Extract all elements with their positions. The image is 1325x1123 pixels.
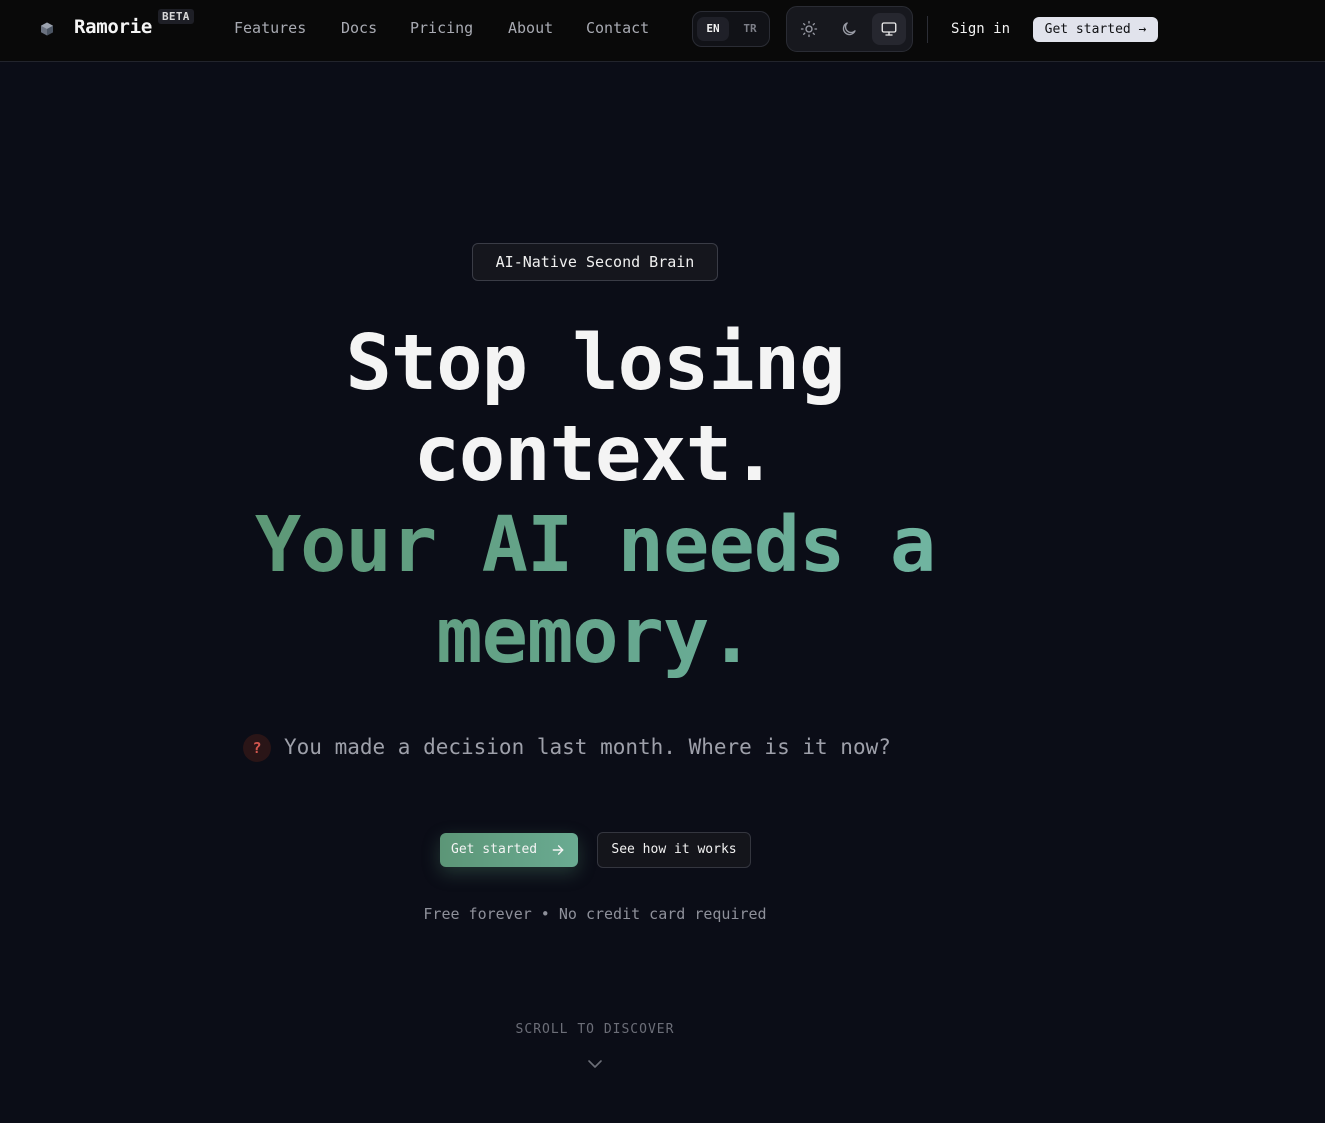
sign-in-link[interactable]: Sign in: [951, 21, 1010, 37]
headline-accent-line: Your AI needs a: [195, 500, 995, 591]
nav-link-about[interactable]: About: [508, 19, 553, 37]
theme-dark-button[interactable]: [832, 13, 866, 45]
fine-print: Free forever • No credit card required: [423, 905, 767, 923]
moon-icon: [842, 22, 856, 36]
nav-divider: [927, 16, 928, 43]
theme-system-button[interactable]: [872, 13, 906, 45]
headline-accent-line: memory.: [195, 591, 995, 682]
question-text: You made a decision last month. Where is…: [284, 735, 891, 759]
top-navigation: Ramorie BETA Features Docs Pricing About…: [0, 0, 1325, 62]
arrow-right-icon: [552, 845, 564, 855]
nav-link-pricing[interactable]: Pricing: [410, 19, 473, 37]
hero-badge: AI-Native Second Brain: [472, 243, 718, 281]
get-started-button[interactable]: Get started: [440, 833, 578, 867]
see-how-it-works-button[interactable]: See how it works: [597, 832, 751, 868]
get-started-label: Get started: [451, 842, 538, 857]
brand-name[interactable]: Ramorie: [74, 16, 152, 38]
hero-question: ? You made a decision last month. Where …: [243, 734, 963, 762]
nav-link-docs[interactable]: Docs: [341, 19, 377, 37]
brand-logo-icon[interactable]: [40, 22, 54, 36]
get-started-nav-button[interactable]: Get started →: [1033, 17, 1158, 42]
monitor-icon: [881, 22, 897, 36]
nav-link-features[interactable]: Features: [234, 19, 306, 37]
theme-light-button[interactable]: [792, 13, 826, 45]
headline-line: Stop losing: [345, 319, 846, 408]
question-mark-icon: ?: [243, 734, 271, 762]
beta-badge: BETA: [158, 9, 194, 24]
scroll-hint: SCROLL TO DISCOVER: [515, 1022, 675, 1037]
language-switcher: EN TR: [692, 11, 770, 47]
nav-link-contact[interactable]: Contact: [586, 19, 649, 37]
sun-icon: [800, 20, 818, 38]
language-option-tr[interactable]: TR: [734, 17, 766, 41]
hero-headline: Stop losing context. Your AI needs a mem…: [195, 318, 995, 682]
headline-line: context.: [413, 410, 778, 499]
language-option-en[interactable]: EN: [697, 17, 729, 41]
chevron-down-icon[interactable]: [587, 1057, 603, 1071]
theme-switcher: [786, 6, 913, 52]
